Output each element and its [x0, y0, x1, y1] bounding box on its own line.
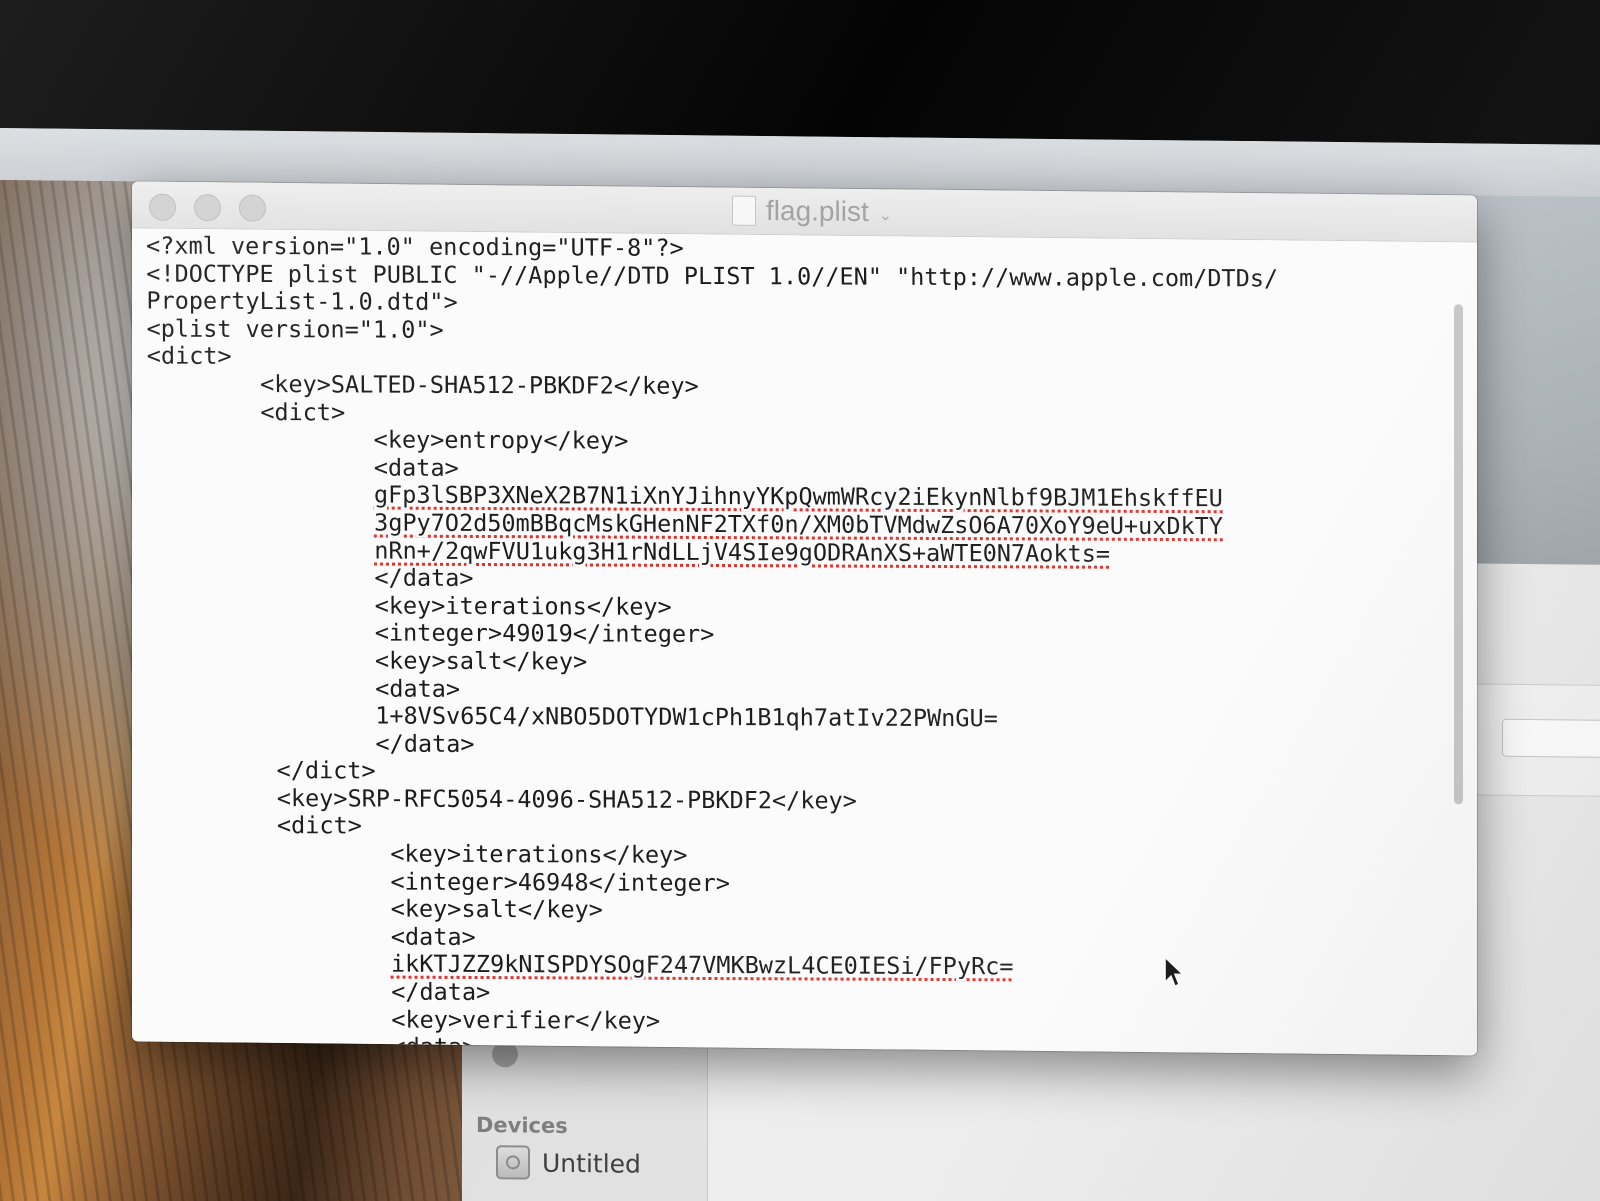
text-line[interactable]: <plist version="1.0"> — [146, 314, 1279, 348]
document-icon — [732, 195, 756, 226]
zoom-button[interactable] — [239, 194, 266, 222]
window-title-group[interactable]: flag.plist ⌄ — [732, 194, 892, 230]
chevron-down-icon[interactable]: ⌄ — [879, 205, 892, 224]
minimize-button[interactable] — [194, 194, 221, 222]
window-title: flag.plist — [766, 195, 869, 228]
document-text-area[interactable]: <?xml version="1.0" encoding="UTF-8"?> <!… — [132, 228, 1477, 1056]
mouse-pointer-icon — [1164, 955, 1186, 988]
textedit-window: flag.plist ⌄ <?xml version="1.0" encodin… — [132, 181, 1477, 1056]
sidebar-item-label: Untitled — [542, 1148, 641, 1179]
disk-icon — [496, 1145, 530, 1180]
document-text[interactable]: <?xml version="1.0" encoding="UTF-8"?> <!… — [146, 232, 1283, 1056]
sidebar-heading-devices: Devices — [476, 1112, 568, 1138]
photo-scene: Devices Untitled flag.plist ⌄ <?xml vers… — [0, 0, 1600, 1201]
finder-search-field[interactable] — [1502, 718, 1600, 758]
vertical-scrollbar[interactable] — [1454, 304, 1463, 805]
monitor-screen: Devices Untitled flag.plist ⌄ <?xml vers… — [0, 128, 1600, 1201]
sidebar-item-untitled[interactable]: Untitled — [496, 1145, 641, 1181]
close-button[interactable] — [149, 193, 176, 221]
